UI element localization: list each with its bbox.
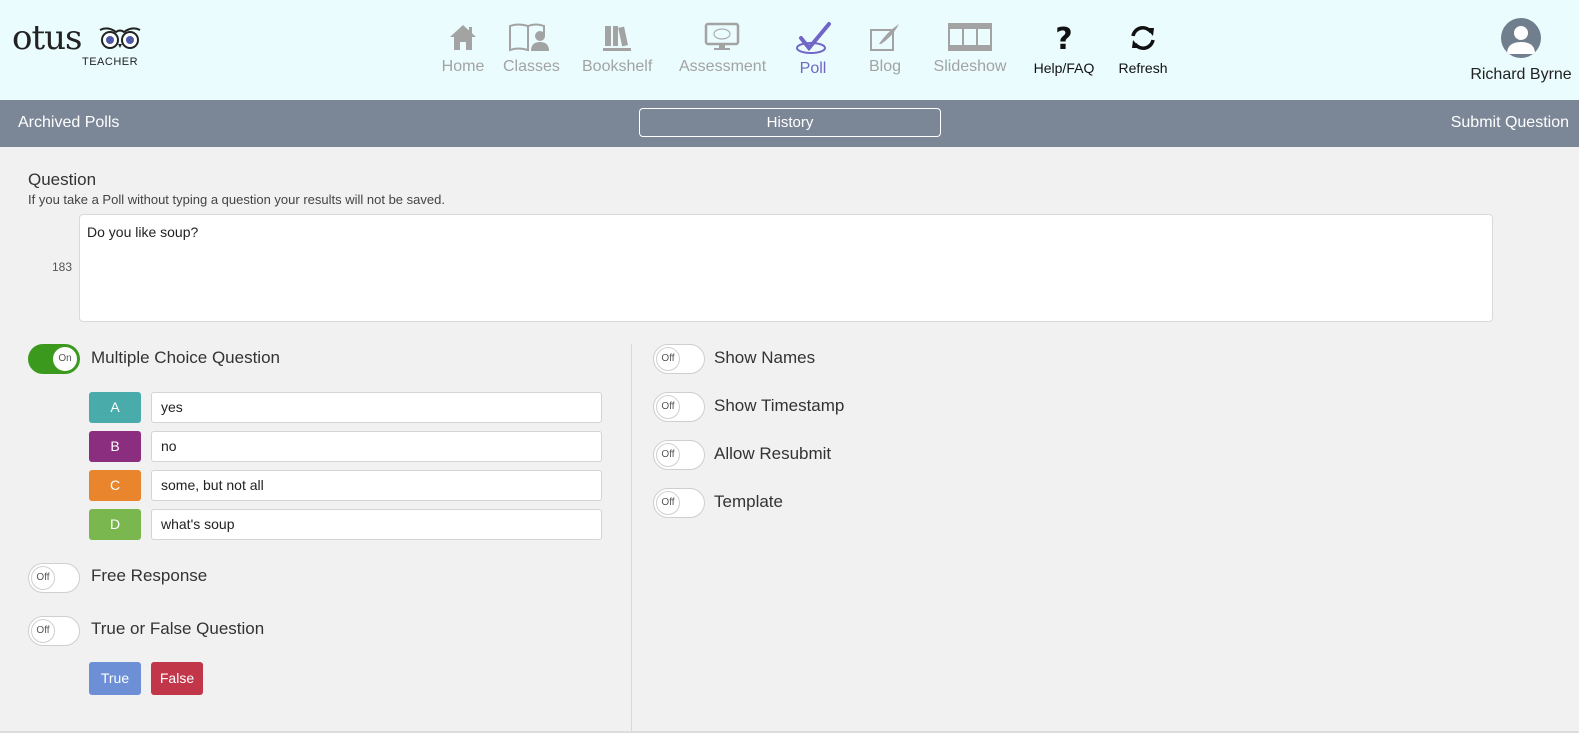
toggle-knob: Off bbox=[656, 443, 680, 467]
choice-a-input[interactable]: yes bbox=[151, 392, 602, 423]
logo-wordmark: otus bbox=[12, 18, 82, 58]
nav-help[interactable]: ? Help/FAQ bbox=[1032, 22, 1096, 92]
user-silhouette-icon bbox=[1507, 26, 1535, 54]
owl-eyes-icon bbox=[99, 27, 141, 49]
otus-logo[interactable]: otus TEACHER bbox=[12, 18, 141, 73]
nav-label: Help/FAQ bbox=[1033, 60, 1095, 76]
show-names-toggle[interactable]: Off bbox=[653, 344, 705, 374]
allow-resubmit-label: Allow Resubmit bbox=[714, 444, 832, 463]
true-false-label: True or False Question bbox=[91, 619, 265, 638]
choice-c-badge[interactable]: C bbox=[89, 470, 141, 501]
toggle-knob: Off bbox=[656, 491, 680, 515]
nav-refresh[interactable]: Refresh bbox=[1118, 22, 1168, 92]
home-icon bbox=[450, 25, 476, 50]
template-label: Template bbox=[714, 492, 783, 511]
nav-slideshow[interactable]: Slideshow bbox=[932, 22, 1008, 92]
nav-label: Blog bbox=[868, 58, 902, 75]
toggle-knob: Off bbox=[656, 395, 680, 419]
true-button[interactable]: True bbox=[89, 662, 141, 695]
classes-icon bbox=[509, 23, 549, 52]
user-menu[interactable]: Richard Byrne bbox=[1466, 18, 1576, 84]
history-button[interactable]: History bbox=[639, 108, 941, 137]
multiple-choice-label: Multiple Choice Question bbox=[91, 348, 280, 367]
avatar[interactable] bbox=[1501, 18, 1541, 58]
free-response-label: Free Response bbox=[91, 566, 208, 585]
top-header: otus TEACHER Home Classes Bookshelf Asse… bbox=[0, 0, 1579, 100]
question-note: If you take a Poll without typing a ques… bbox=[28, 192, 445, 207]
show-names-label: Show Names bbox=[714, 348, 816, 367]
template-toggle[interactable]: Off bbox=[653, 488, 705, 518]
toggle-knob: Off bbox=[656, 347, 680, 371]
nav-label: Poll bbox=[799, 60, 827, 77]
submit-question-button[interactable]: Submit Question bbox=[1451, 114, 1569, 132]
choice-d-input[interactable]: what's soup bbox=[151, 509, 602, 540]
allow-resubmit-toggle[interactable]: Off bbox=[653, 440, 705, 470]
user-name: Richard Byrne bbox=[1470, 66, 1572, 83]
svg-text:?: ? bbox=[1055, 22, 1072, 54]
nav-label: Refresh bbox=[1118, 60, 1168, 76]
refresh-icon bbox=[1131, 26, 1155, 50]
choice-b-input[interactable]: no bbox=[151, 431, 602, 462]
character-count: 183 bbox=[52, 260, 73, 274]
true-false-toggle[interactable]: Off bbox=[28, 616, 80, 646]
question-heading: Question bbox=[28, 170, 97, 189]
toggle-knob: Off bbox=[31, 566, 55, 590]
nav-label: Bookshelf bbox=[582, 58, 653, 75]
toggle-knob: Off bbox=[31, 619, 55, 643]
nav-poll[interactable]: Poll bbox=[795, 22, 831, 92]
bookshelf-icon bbox=[603, 26, 631, 51]
choice-d-badge[interactable]: D bbox=[89, 509, 141, 540]
nav-home[interactable]: Home bbox=[437, 22, 489, 92]
choice-c-input[interactable]: some, but not all bbox=[151, 470, 602, 501]
question-textarea[interactable]: Do you like soup? bbox=[79, 214, 1493, 322]
nav-label: Classes bbox=[503, 58, 560, 75]
question-icon: ? bbox=[1055, 22, 1072, 54]
blog-icon bbox=[870, 24, 899, 51]
nav-bookshelf[interactable]: Bookshelf bbox=[582, 22, 652, 92]
show-timestamp-toggle[interactable]: Off bbox=[653, 392, 705, 422]
assessment-icon bbox=[704, 22, 740, 50]
choice-b-badge[interactable]: B bbox=[89, 431, 141, 462]
choice-a-badge[interactable]: A bbox=[89, 392, 141, 423]
poll-check-icon bbox=[796, 22, 831, 54]
show-timestamp-label: Show Timestamp bbox=[714, 396, 845, 415]
logo-subtitle: TEACHER bbox=[82, 56, 139, 68]
nav-blog[interactable]: Blog bbox=[867, 22, 903, 92]
action-bar: Archived Polls History Submit Question bbox=[0, 100, 1579, 147]
slideshow-icon bbox=[948, 23, 992, 51]
nav-label: Assessment bbox=[679, 58, 767, 75]
column-divider bbox=[631, 344, 632, 733]
multiple-choice-toggle[interactable]: On bbox=[28, 344, 80, 374]
false-button[interactable]: False bbox=[151, 662, 203, 695]
archived-polls-link[interactable]: Archived Polls bbox=[18, 114, 119, 132]
toggle-knob: On bbox=[53, 347, 77, 371]
nav-label: Slideshow bbox=[933, 58, 1007, 75]
nav-assessment[interactable]: Assessment bbox=[679, 22, 767, 92]
nav-label: Home bbox=[441, 58, 485, 75]
free-response-toggle[interactable]: Off bbox=[28, 563, 80, 593]
nav-classes[interactable]: Classes bbox=[503, 22, 560, 92]
